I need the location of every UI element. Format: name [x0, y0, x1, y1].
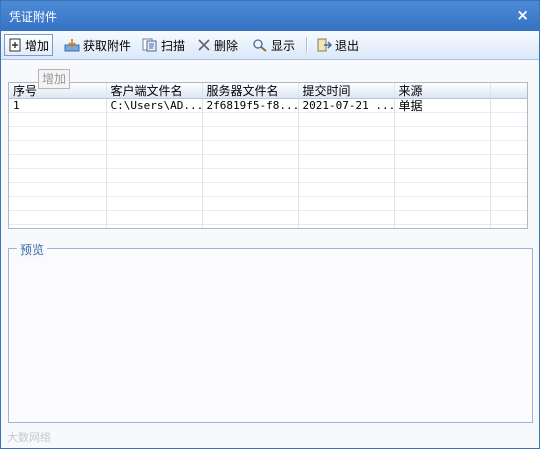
cell-client-file: C:\Users\AD...: [106, 98, 203, 113]
window-title: 凭证附件: [9, 10, 58, 24]
table-row-empty: [9, 196, 527, 211]
attachment-table: 序号 客户端文件名 服务器文件名 提交时间 来源 1 C:\Users\AD..…: [8, 82, 528, 229]
table-row-empty: [9, 154, 527, 169]
column-header-client-file[interactable]: 客户端文件名: [106, 83, 203, 99]
preview-panel: 预览: [8, 241, 533, 423]
table-row-empty: [9, 112, 527, 127]
add-button[interactable]: 增加: [4, 34, 54, 56]
column-header-source[interactable]: 来源: [394, 83, 491, 99]
delete-button[interactable]: 删除: [194, 34, 241, 56]
watermark: 大数网络: [7, 431, 51, 444]
table-row-empty: [9, 168, 527, 183]
add-tooltip: 增加: [38, 69, 71, 89]
cell-source: 单据: [394, 98, 491, 113]
table-row-empty: [9, 126, 527, 141]
add-file-icon: [8, 38, 22, 52]
table-header-row: 序号 客户端文件名 服务器文件名 提交时间 来源: [9, 83, 527, 99]
add-button-label: 增加: [25, 38, 50, 53]
toolbar-separator: [306, 37, 308, 53]
table-row[interactable]: 1 C:\Users\AD... 2f6819f5-f8... 2021-07-…: [9, 98, 527, 113]
exit-button[interactable]: 退出: [313, 34, 362, 56]
delete-icon: [197, 38, 211, 52]
toolbar: 增加 获取附件 扫描 删除 显示 退出: [1, 31, 539, 60]
preview-legend: 预览: [17, 241, 48, 258]
scan-label: 扫描: [161, 38, 186, 53]
scan-button[interactable]: 扫描: [139, 34, 188, 56]
cell-submit-time: 2021-07-21 ...: [298, 98, 395, 113]
table-row-empty: [9, 210, 527, 225]
fetch-attachment-button[interactable]: 获取附件: [61, 34, 134, 56]
column-header-server-file[interactable]: 服务器文件名: [202, 83, 299, 99]
attachment-dialog: 凭证附件 × 增加 获取附件 扫描 删除 显示 退出 序号 客户端文件名 服务器…: [0, 0, 540, 449]
table-row-empty: [9, 224, 527, 228]
column-header-extra: [490, 83, 527, 99]
close-icon[interactable]: ×: [516, 6, 529, 24]
fetch-attachment-label: 获取附件: [83, 38, 132, 53]
exit-icon: [316, 38, 332, 52]
cell-server-file: 2f6819f5-f8...: [202, 98, 299, 113]
cell-index: 1: [9, 98, 107, 113]
magnifier-icon: [252, 38, 268, 52]
table-row-empty: [9, 182, 527, 197]
cell-extra: [490, 98, 527, 113]
scan-icon: [142, 38, 158, 52]
delete-label: 删除: [214, 38, 239, 53]
title-bar: 凭证附件 ×: [1, 1, 539, 31]
table-row-empty: [9, 140, 527, 155]
column-header-submit-time[interactable]: 提交时间: [298, 83, 395, 99]
show-button[interactable]: 显示: [249, 34, 298, 56]
download-icon: [64, 38, 80, 52]
exit-label: 退出: [335, 38, 360, 53]
show-label: 显示: [271, 38, 296, 53]
